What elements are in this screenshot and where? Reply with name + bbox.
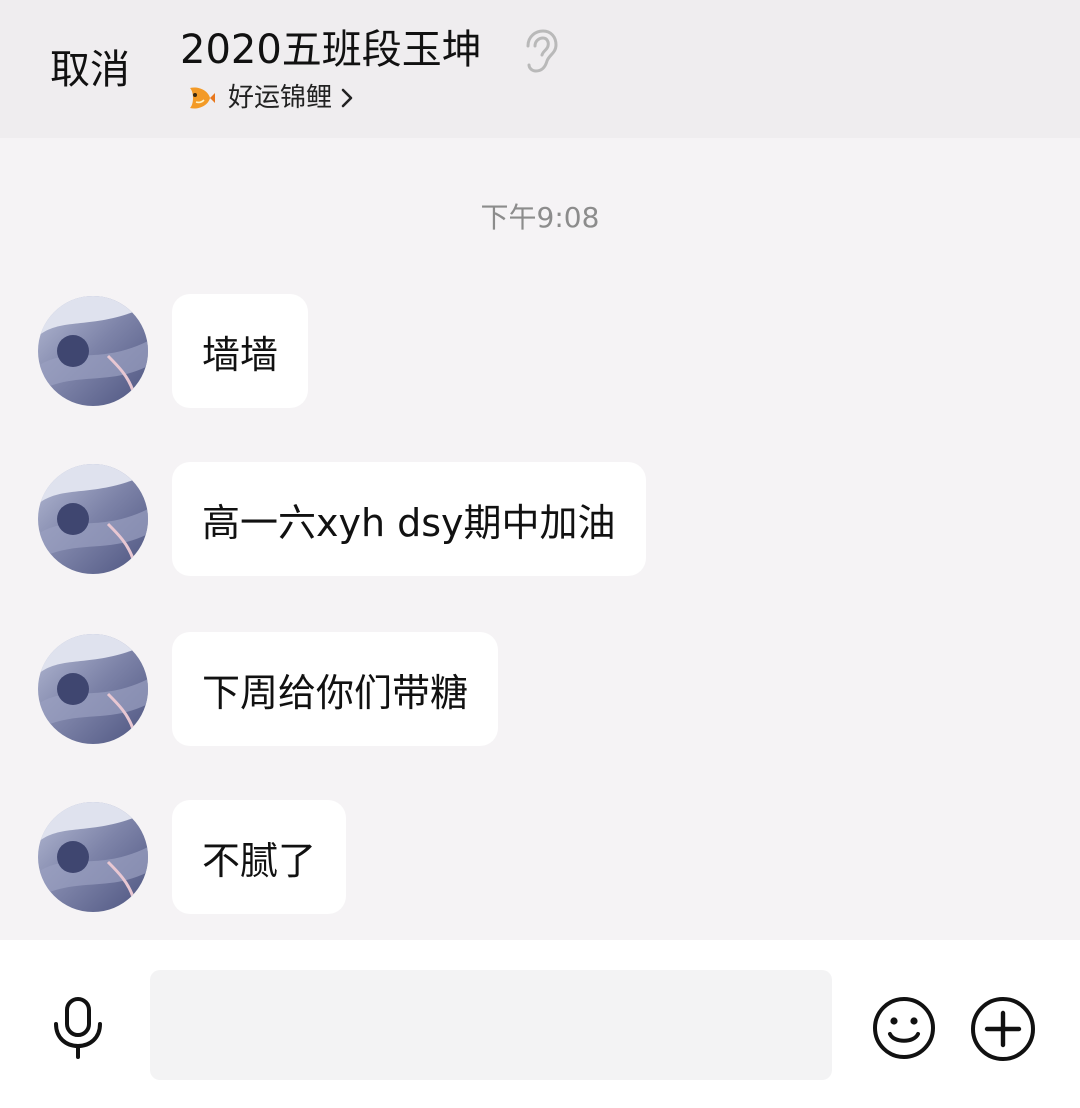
message-bubble[interactable]: 墙墙 xyxy=(172,294,309,408)
chevron-right-icon xyxy=(341,88,353,108)
subtitle-link[interactable]: 好运锦鲤 xyxy=(184,80,354,116)
message-bubble[interactable]: 下周给你们带糖 xyxy=(172,632,499,746)
avatar[interactable] xyxy=(38,464,148,574)
koi-fish-icon xyxy=(190,87,215,109)
ear-icon[interactable] xyxy=(518,28,558,74)
microphone-icon[interactable] xyxy=(50,996,106,1060)
chat-header: 取消 2020五班段玉坤 好运锦鲤 xyxy=(0,0,1080,138)
avatar[interactable] xyxy=(38,296,148,406)
timestamp: 下午9:08 xyxy=(480,201,600,234)
subtitle-label: 好运锦鲤 xyxy=(228,83,333,113)
message-bubble[interactable]: 不腻了 xyxy=(172,800,347,914)
avatar[interactable] xyxy=(38,802,148,912)
chat-area[interactable]: 下午9:08 墙墙 高一六xyh dsy期中加油 下周给你们带糖 不腻了 xyxy=(0,138,1080,940)
avatar[interactable] xyxy=(38,634,148,744)
chat-title: 2020五班段玉坤 xyxy=(180,27,482,73)
message-bubble[interactable]: 高一六xyh dsy期中加油 xyxy=(172,462,646,576)
plus-circle-icon[interactable] xyxy=(970,996,1036,1062)
message-input[interactable] xyxy=(150,970,832,1080)
cancel-button[interactable]: 取消 xyxy=(50,44,130,96)
emoji-smile-icon[interactable] xyxy=(872,996,936,1060)
